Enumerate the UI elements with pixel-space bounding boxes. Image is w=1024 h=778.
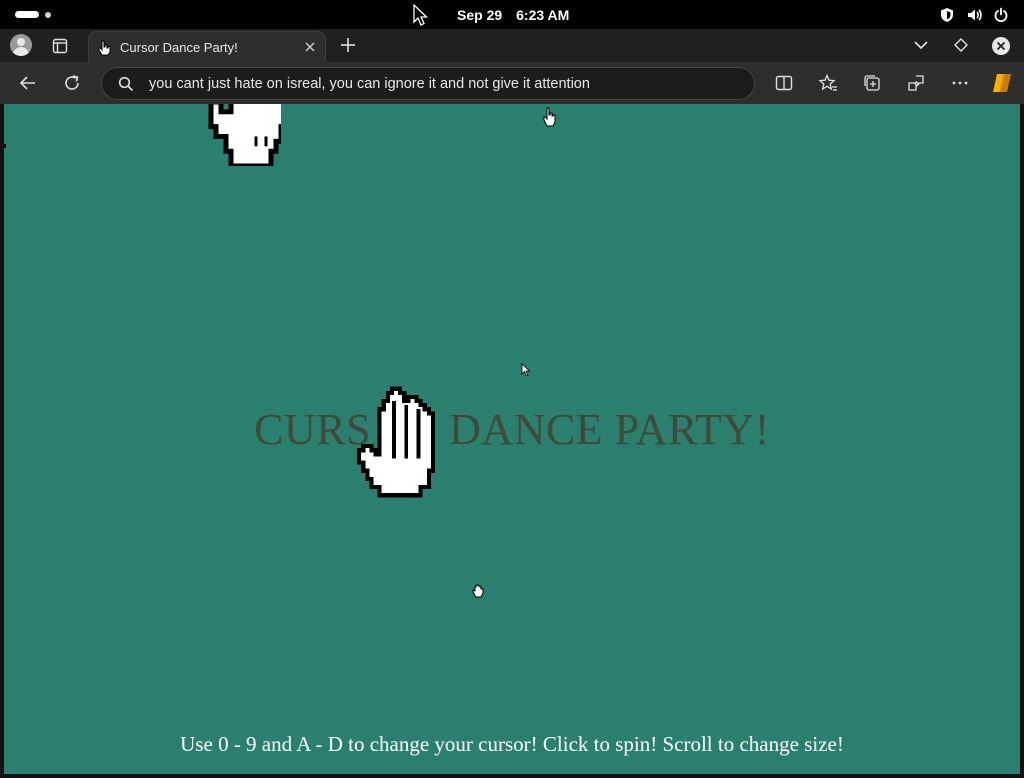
page-title: CURS DANCE PARTY! <box>4 404 1020 455</box>
back-icon[interactable] <box>18 73 38 93</box>
hand-cursor-icon <box>472 584 484 598</box>
close-icon <box>996 41 1006 51</box>
page-hint: Use 0 - 9 and A - D to change your curso… <box>180 732 844 756</box>
arrow-cursor-icon <box>521 363 531 377</box>
copilot-icon[interactable] <box>989 71 1015 95</box>
activities-button[interactable] <box>15 11 39 18</box>
clock-date: Sep 29 <box>457 7 503 23</box>
split-screen-icon[interactable] <box>774 73 794 93</box>
address-bar[interactable]: you cant just hate on isreal, you can ig… <box>101 67 755 100</box>
profile-avatar[interactable] <box>10 34 32 56</box>
hand-cursor-icon <box>357 386 435 498</box>
shield-icon[interactable] <box>939 7 955 23</box>
collections-icon[interactable] <box>862 73 882 93</box>
address-text: you cant just hate on isreal, you can ig… <box>149 76 590 92</box>
clock-time: 6:23 AM <box>516 7 570 23</box>
volume-icon[interactable] <box>966 7 982 23</box>
tab-cursor-dance-party[interactable]: Cursor Dance Party! <box>88 31 326 62</box>
favorites-icon[interactable] <box>818 73 838 93</box>
reload-icon[interactable] <box>62 73 82 93</box>
hand-cursor-icon <box>208 104 281 166</box>
mouse-pointer-icon <box>413 4 428 26</box>
tab-strip: Cursor Dance Party! <box>0 29 1024 62</box>
chevron-down-icon[interactable] <box>913 38 929 52</box>
browser-toolbar: you cant just hate on isreal, you can ig… <box>0 62 1024 104</box>
page-title-right: DANCE PARTY! <box>449 405 770 454</box>
tab-title: Cursor Dance Party! <box>120 40 238 55</box>
clock[interactable]: Sep 29 6:23 AM <box>457 7 583 23</box>
hand-cursor-icon <box>543 107 556 127</box>
workspace-indicator[interactable] <box>45 12 51 18</box>
close-tab-icon[interactable] <box>303 40 317 54</box>
tab-actions-icon[interactable] <box>51 37 69 55</box>
window-close-button[interactable] <box>992 37 1010 55</box>
power-icon[interactable] <box>993 7 1009 23</box>
edge-mark <box>4 144 6 148</box>
more-icon[interactable] <box>950 73 970 93</box>
extensions-icon[interactable] <box>906 73 926 93</box>
diamond-icon[interactable] <box>953 37 969 53</box>
hand-cursor-icon <box>98 40 111 56</box>
page-title-left: CURS <box>254 405 372 454</box>
os-top-bar: Sep 29 6:23 AM <box>0 0 1024 29</box>
search-icon <box>118 76 134 92</box>
page-canvas[interactable]: CURS DANCE PARTY! Use 0 - 9 and A - D to … <box>4 104 1020 774</box>
new-tab-icon[interactable] <box>339 36 357 54</box>
